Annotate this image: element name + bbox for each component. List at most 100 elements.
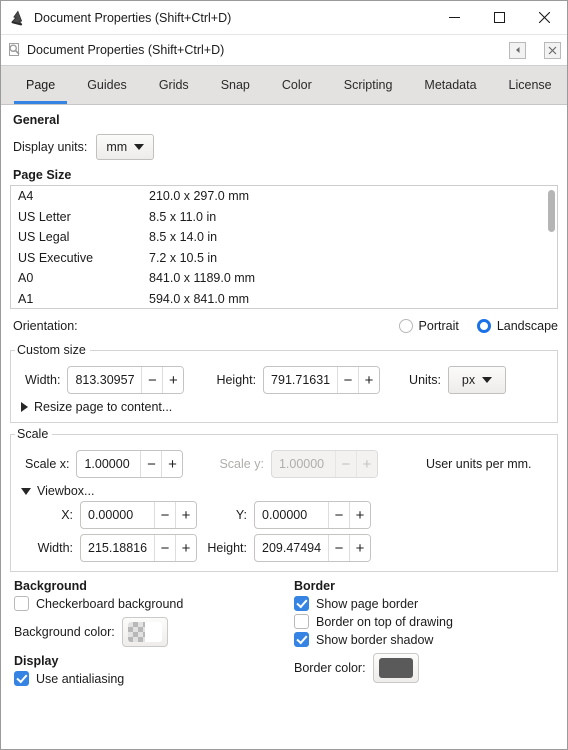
viewbox-x-value[interactable]: 0.00000	[81, 502, 154, 528]
list-item[interactable]: A4 210.0 x 297.0 mm	[11, 186, 557, 207]
checkbox-checkerboard-background[interactable]: Checkerboard background	[14, 596, 282, 611]
background-color-label: Background color:	[14, 625, 115, 639]
tab-guides[interactable]: Guides	[71, 66, 143, 104]
units-value: px	[461, 373, 476, 387]
close-button[interactable]	[522, 1, 567, 34]
tab-metadata[interactable]: Metadata	[408, 66, 492, 104]
border-color-button[interactable]	[372, 653, 419, 683]
maximize-button[interactable]	[477, 1, 522, 34]
tab-grids[interactable]: Grids	[143, 66, 205, 104]
page-tab-content: General Display units: mm Page Size A4 2…	[1, 105, 567, 749]
chevron-down-icon	[482, 377, 493, 383]
checkbox-indicator-checked	[294, 632, 309, 647]
window-title: Document Properties (Shift+Ctrl+D)	[34, 10, 232, 25]
tab-color[interactable]: Color	[266, 66, 328, 104]
checkbox-show-page-border[interactable]: Show page border	[294, 596, 558, 611]
viewbox-width-increment[interactable]: +	[175, 535, 196, 561]
checkbox-border-on-top-of-drawing[interactable]: Border on top of drawing	[294, 614, 558, 629]
background-display-column: Background Checkerboard background Backg…	[10, 579, 282, 686]
display-units-dropdown[interactable]: mm	[96, 134, 155, 160]
tab-scripting[interactable]: Scripting	[328, 66, 409, 104]
custom-height-value[interactable]: 791.71631	[264, 367, 337, 393]
viewbox-y-label: Y:	[235, 508, 247, 522]
checkbox-label: Show border shadow	[316, 632, 434, 647]
page-size-scrollbar[interactable]	[548, 188, 555, 306]
checkbox-label: Show page border	[316, 596, 419, 611]
transparency-checker	[127, 622, 145, 642]
custom-width-value[interactable]: 813.30957	[68, 367, 141, 393]
float-panel-button[interactable]	[509, 41, 526, 59]
radio-indicator-selected	[476, 319, 491, 333]
custom-height-increment[interactable]: +	[358, 367, 380, 393]
background-color-row: Background color:	[14, 617, 282, 647]
viewbox-height-value[interactable]: 209.47494	[255, 535, 328, 561]
page-size-dims: 8.5 x 14.0 in	[149, 230, 218, 245]
tab-page[interactable]: Page	[10, 66, 71, 104]
scale-x-decrement[interactable]: −	[140, 451, 162, 477]
viewbox-width-spinner[interactable]: 215.18816 − +	[80, 534, 197, 562]
viewbox-height-spinner[interactable]: 209.47494 − +	[254, 534, 371, 562]
viewbox-expander[interactable]: Viewbox...	[21, 484, 551, 498]
panel-header: Document Properties (Shift+Ctrl+D)	[1, 35, 567, 66]
list-item[interactable]: US Letter 8.5 x 11.0 in	[11, 207, 557, 228]
viewbox-y-increment[interactable]: +	[349, 502, 370, 528]
viewbox-y-spinner[interactable]: 0.00000 − +	[254, 501, 371, 529]
list-item[interactable]: A0 841.0 x 1189.0 mm	[11, 268, 557, 289]
list-item[interactable]: US Legal 8.5 x 14.0 in	[11, 227, 557, 248]
tab-bar: Page Guides Grids Snap Color Scripting M…	[1, 66, 567, 105]
chevron-down-icon	[134, 144, 145, 150]
radio-landscape[interactable]: Landscape	[476, 319, 558, 333]
scale-x-increment[interactable]: +	[161, 451, 183, 477]
border-column: Border Show page border Border on top of…	[282, 579, 558, 686]
viewbox-width-value[interactable]: 215.18816	[81, 535, 154, 561]
orientation-label: Orientation:	[13, 319, 78, 333]
panel-title: Document Properties (Shift+Ctrl+D)	[27, 43, 225, 57]
custom-width-label: Width:	[25, 373, 61, 387]
custom-height-decrement[interactable]: −	[337, 367, 359, 393]
display-units-row: Display units: mm	[13, 130, 558, 164]
viewbox-x-decrement[interactable]: −	[154, 502, 175, 528]
list-item[interactable]: US Executive 7.2 x 10.5 in	[11, 248, 557, 269]
checkbox-label: Border on top of drawing	[316, 614, 453, 629]
units-dropdown[interactable]: px	[448, 366, 506, 394]
tab-label: Grids	[158, 78, 189, 92]
scale-x-spinner[interactable]: 1.00000 − +	[76, 450, 184, 478]
viewbox-y-decrement[interactable]: −	[328, 502, 349, 528]
custom-width-increment[interactable]: +	[162, 367, 184, 393]
background-color-button[interactable]	[121, 617, 168, 647]
tab-label: Guides	[87, 78, 127, 92]
radio-portrait[interactable]: Portrait	[398, 319, 459, 333]
page-size-list[interactable]: A4 210.0 x 297.0 mm US Letter 8.5 x 11.0…	[10, 185, 558, 309]
custom-height-spinner[interactable]: 791.71631 − +	[263, 366, 381, 394]
viewbox-y-value[interactable]: 0.00000	[255, 502, 328, 528]
border-heading: Border	[294, 579, 335, 593]
scale-x-value[interactable]: 1.00000	[77, 451, 140, 477]
window-controls	[432, 1, 567, 34]
viewbox-height-decrement[interactable]: −	[328, 535, 349, 561]
checkbox-use-antialiasing[interactable]: Use antialiasing	[14, 671, 282, 686]
custom-width-decrement[interactable]: −	[141, 367, 163, 393]
custom-height-label: Height:	[216, 373, 257, 387]
list-item[interactable]: A1 594.0 x 841.0 mm	[11, 289, 557, 309]
background-heading: Background	[14, 579, 87, 593]
scale-y-label: Scale y:	[219, 457, 264, 471]
checkbox-label: Use antialiasing	[36, 671, 125, 686]
page-size-name: A1	[18, 291, 34, 306]
orientation-row: Orientation: Portrait Landscape	[10, 313, 558, 339]
viewbox-x-increment[interactable]: +	[175, 502, 196, 528]
tab-snap[interactable]: Snap	[205, 66, 266, 104]
scale-y-increment: +	[355, 451, 377, 477]
minimize-button[interactable]	[432, 1, 477, 34]
viewbox-x-spinner[interactable]: 0.00000 − +	[80, 501, 197, 529]
tab-license[interactable]: License	[493, 66, 568, 104]
close-panel-button[interactable]	[544, 41, 561, 59]
viewbox-height-increment[interactable]: +	[349, 535, 370, 561]
tab-label: Snap	[220, 78, 250, 92]
scrollbar-thumb[interactable]	[548, 190, 555, 232]
resize-page-to-content-label: Resize page to content...	[34, 400, 173, 414]
chevron-down-icon	[21, 487, 31, 495]
custom-width-spinner[interactable]: 813.30957 − +	[67, 366, 185, 394]
resize-page-to-content-expander[interactable]: Resize page to content...	[21, 400, 551, 414]
viewbox-width-decrement[interactable]: −	[154, 535, 175, 561]
checkbox-show-border-shadow[interactable]: Show border shadow	[294, 632, 558, 647]
